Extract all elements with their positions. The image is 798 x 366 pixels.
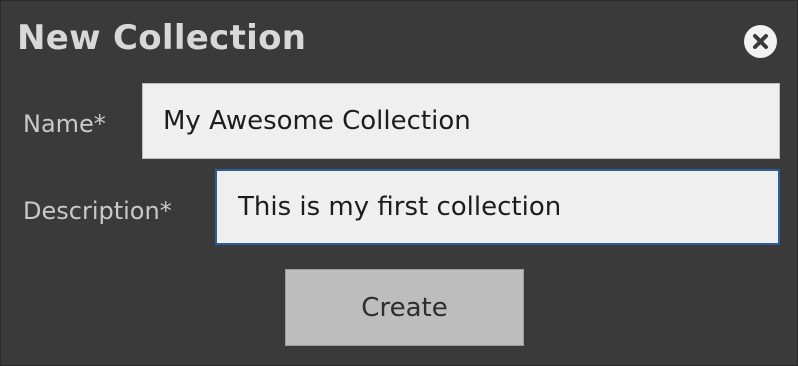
name-label: Name*: [23, 110, 106, 138]
name-input[interactable]: [142, 83, 780, 159]
create-button[interactable]: Create: [285, 269, 524, 346]
close-button[interactable]: [744, 25, 777, 58]
dialog-title: New Collection: [17, 18, 307, 58]
close-icon: [753, 34, 768, 49]
new-collection-dialog: New Collection Name* Description* Create: [0, 0, 798, 366]
description-label: Description*: [23, 197, 172, 225]
description-input[interactable]: [215, 169, 780, 245]
